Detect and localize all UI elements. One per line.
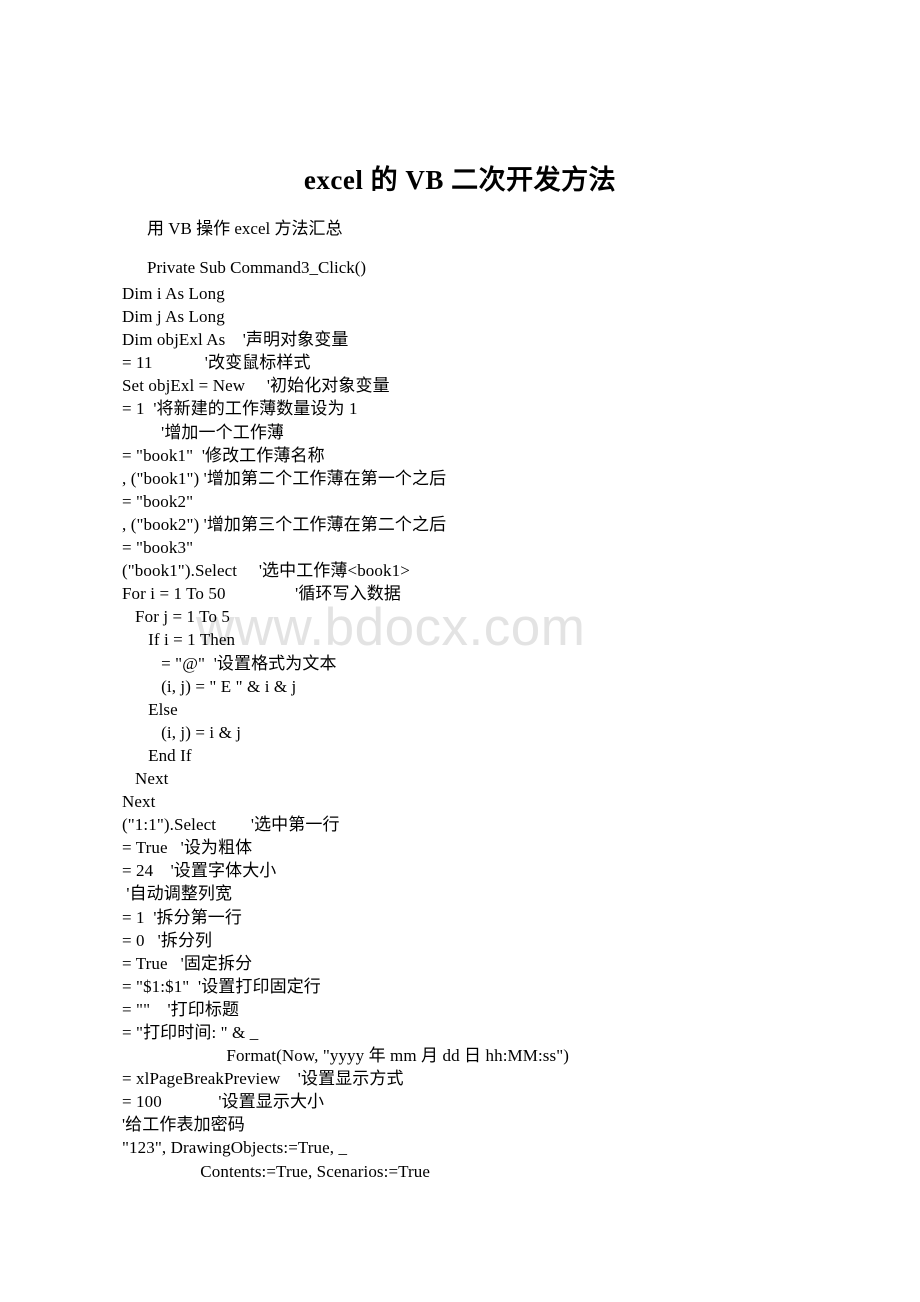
code-line: = True '固定拆分 [122, 953, 253, 973]
code-line: = xlPageBreakPreview '设置显示方式 [122, 1069, 404, 1089]
code-line: Dim i As Long [122, 284, 225, 303]
intro-line-summary: 用 VB 操作 excel 方法汇总 [147, 219, 343, 238]
code-line: (i, j) = i & j [122, 722, 242, 742]
code-line: = "" '打印标题 [122, 999, 240, 1019]
code-line: = True '设为粗体 [122, 838, 253, 858]
code-line: '增加一个工作薄 [122, 422, 285, 442]
code-line: = 100 '设置显示大小 [122, 1092, 325, 1112]
code-line: For j = 1 To 5 [122, 607, 231, 627]
code-line: End If [122, 745, 192, 765]
code-line: For i = 1 To 50 '循环写入数据 [122, 584, 401, 604]
code-line: Set objExl = New '初始化对象变量 [122, 376, 390, 396]
code-line: Next [122, 768, 169, 788]
code-line: = "book1" '修改工作薄名称 [122, 445, 325, 465]
code-line: = 24 '设置字体大小 [122, 861, 277, 881]
code-line: ("book1").Select '选中工作薄<book1> [122, 561, 410, 581]
code-line: (i, j) = " E " & i & j [122, 676, 297, 696]
code-line: = "book2" [122, 491, 194, 511]
code-line: Contents:=True, Scenarios:=True [122, 1161, 431, 1181]
code-line: Format(Now, "yyyy 年 mm 月 dd 日 hh:MM:ss") [122, 1046, 570, 1066]
code-line: = "$1:$1" '设置打印固定行 [122, 976, 321, 996]
code-line: = "book3" [122, 538, 194, 558]
code-line: ("1:1").Select '选中第一行 [122, 815, 340, 835]
code-line: "123", DrawingObjects:=True, _ [122, 1138, 348, 1158]
code-line: Dim objExl As '声明对象变量 [122, 330, 349, 350]
code-line: If i = 1 Then [122, 630, 236, 650]
code-line: = 0 '拆分列 [122, 930, 213, 950]
code-line: , ("book1") '增加第二个工作薄在第一个之后 [122, 468, 447, 488]
code-line: , ("book2") '增加第三个工作薄在第二个之后 [122, 514, 447, 534]
code-line: = 11 '改变鼠标样式 [122, 353, 311, 373]
code-line: '自动调整列宽 [122, 884, 233, 904]
code-line: Else [122, 699, 178, 719]
code-line: Next [122, 792, 156, 812]
code-line: = 1 '拆分第一行 [122, 907, 243, 927]
code-line: Dim j As Long [122, 307, 225, 327]
code-line: = 1 '将新建的工作薄数量设为 1 [122, 399, 358, 419]
intro-line-procedure: Private Sub Command3_Click() [147, 258, 367, 277]
code-block: Dim i As Long Dim j As Long Dim objExl As … [122, 282, 912, 1183]
document-page: www.bdocx.com excel 的 VB 二次开发方法 用 VB 操作 … [0, 0, 920, 1302]
code-line: = "@" '设置格式为文本 [122, 653, 337, 673]
code-line: = "打印时间: " & _ [122, 1023, 259, 1042]
page-title: excel 的 VB 二次开发方法 [303, 165, 617, 196]
code-line: '给工作表加密码 [122, 1115, 245, 1135]
